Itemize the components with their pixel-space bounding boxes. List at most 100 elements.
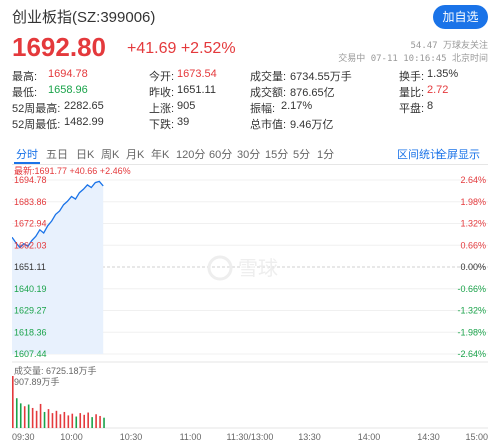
stat-vol-ratio: 2.72 [427,84,449,96]
pct-axis-label: 0.00% [460,262,486,272]
fullscreen-link[interactable]: 全屏显示 [436,146,480,162]
pct-axis-label: -1.98% [457,327,486,337]
svg-text:雪球: 雪球 [238,256,278,280]
stat-52wk-high: 2282.65 [64,100,104,112]
tab-yearly-k[interactable]: 年K [151,146,169,162]
snowball-logo-watermark: 雪球 [207,255,278,281]
stat-volume: 6734.55万手 [290,71,352,83]
price-change: +41.69 +2.52% [127,40,236,57]
stat-52wk-low: 1482.99 [64,116,104,128]
tab-weekly-k[interactable]: 周K [101,146,119,162]
volume-bar [15,398,18,428]
current-price: 1692.80 [12,32,106,62]
volume-bar [63,411,66,428]
volume-bar [39,403,42,428]
pct-axis-label: -2.64% [457,349,486,359]
stat-mktcap: 9.46万亿 [290,119,334,131]
volume-bar [47,409,50,428]
tab-5min[interactable]: 5分 [293,146,310,162]
pct-axis-label: 1.32% [460,219,486,229]
volume-bar [87,412,89,428]
stat-52wk-high-label: 52周最高: [12,103,61,115]
volume-max-label: 907.89万手 [14,377,60,387]
add-to-watchlist-button[interactable]: 加自选 [433,5,488,29]
price-axis-label: 1651.11 [14,262,46,272]
time-axis-label: 09:30 [12,432,35,442]
volume-bar [99,415,101,428]
tab-intraday[interactable]: 分时 [16,146,38,162]
tab-30min[interactable]: 30分 [237,146,260,162]
volume-bar [91,417,93,428]
volume-bar [67,415,70,428]
stat-prev-close: 1651.11 [177,84,216,96]
time-axis-label: 10:30 [119,432,143,442]
stat-flat: 8 [427,100,434,112]
stat-flat-label: 平盘: [399,103,425,115]
stat-amplitude: 2.17% [281,100,313,112]
volume-bar [75,416,78,428]
stat-up: 905 [177,100,196,112]
stat-volume-label: 成交量: [250,71,287,83]
stat-low-label: 最低: [12,87,38,99]
tab-1min[interactable]: 1分 [317,146,334,162]
stat-open: 1673.54 [177,68,217,80]
intraday-chart[interactable]: 雪球 1694.78 2.64% 1683.86 1.98% 1672.94 1.32% 1… [12,170,488,432]
volume-bar [71,413,74,428]
price-axis-label: 1640.19 [14,284,47,294]
volume-bar [51,413,54,428]
volume-bar [43,411,46,428]
volume-bar [35,410,38,428]
price-axis-label: 1672.94 [14,219,47,229]
price-axis-label: 1607.44 [14,349,47,359]
stat-prev-close-label: 昨收: [149,87,175,99]
price-axis-label: 1662.03 [14,240,47,250]
stat-open-label: 今开: [149,71,175,83]
range-stats-link[interactable]: 区间统计 [397,146,441,162]
time-axis-label: 11:00 [179,432,202,442]
price-axis-label: 1629.27 [14,306,47,316]
index-title: 创业板指(SZ:399006) [12,9,156,26]
stat-high-label: 最高: [12,71,38,83]
stat-mktcap-label: 总市值: [250,119,287,131]
tab-60min[interactable]: 60分 [209,146,232,162]
volume-bar [95,414,97,428]
stat-turnover: 1.35% [427,68,459,80]
stat-down: 39 [177,116,190,128]
stat-up-label: 上涨: [149,103,175,115]
tab-120min[interactable]: 120分 [176,146,205,162]
stat-52wk-low-label: 52周最低: [12,119,61,131]
trading-status: 交易中 07-11 10:16:45 北京时间 [338,54,488,64]
stat-vol-ratio-label: 量比: [399,87,425,99]
volume-bar [79,413,82,428]
stat-amplitude-label: 振幅: [250,103,276,115]
stat-high: 1694.78 [48,68,88,80]
time-axis-label: 11:30/13:00 [226,432,274,442]
price-axis-label: 1618.36 [14,327,47,337]
stat-low: 1658.96 [48,84,88,96]
time-axis-label: 14:00 [357,432,381,442]
stat-amount-label: 成交额: [250,87,287,99]
pct-axis-label: 0.66% [460,240,486,250]
stat-down-label: 下跌: [149,119,175,131]
volume-bar [27,404,30,428]
pct-axis-label: -0.66% [457,284,486,294]
volume-bar [103,417,105,428]
volume-bar [23,406,26,428]
tab-15min[interactable]: 15分 [265,146,288,162]
volume-bar [55,410,58,428]
volume-bar [19,403,22,428]
time-axis-label: 10:00 [60,432,83,442]
followers-count: 54.47 万球友关注 [410,41,488,51]
tab-daily-k[interactable]: 日K [76,146,94,162]
volume-bar [83,414,85,428]
tab-monthly-k[interactable]: 月K [126,146,144,162]
time-axis-label: 15:00 [465,432,488,442]
chart-period-tabs: 分时 五日 日K 周K 月K 年K 120分 60分 30分 15分 5分 1分… [12,144,488,165]
pct-axis-label: 2.64% [460,175,486,185]
tab-5day[interactable]: 五日 [46,146,68,162]
volume-bar [59,414,62,428]
pct-axis-label: -1.32% [457,306,486,316]
pct-axis-label: 1.98% [460,197,486,207]
price-axis-label: 1694.78 [14,175,47,185]
volume-bar [31,407,34,428]
